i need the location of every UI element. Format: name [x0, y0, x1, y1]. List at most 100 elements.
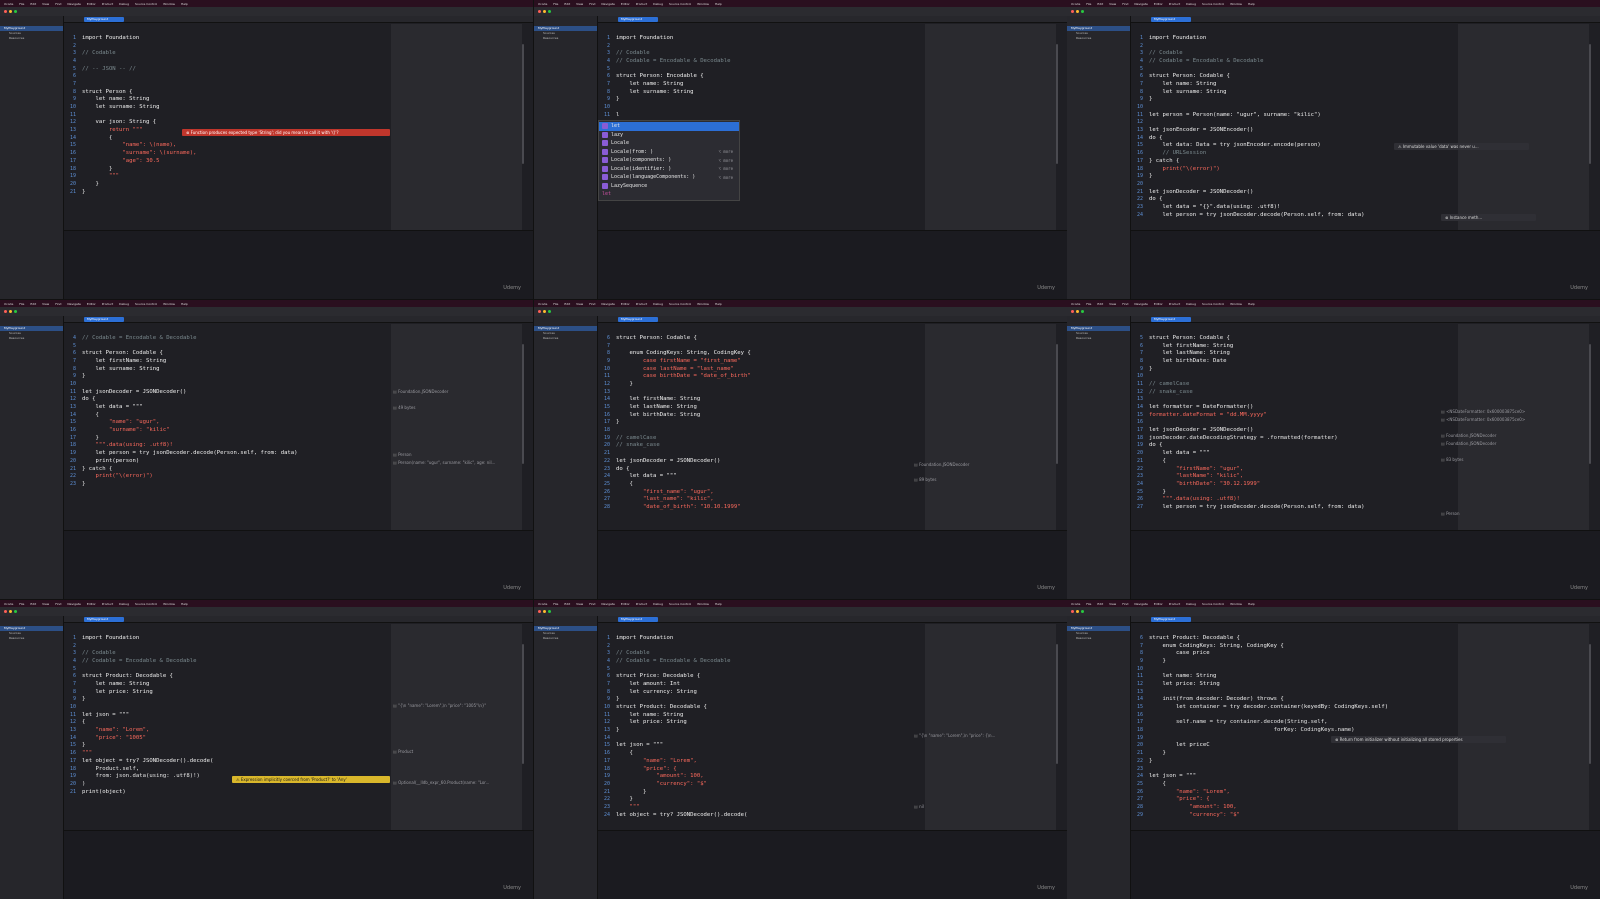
completion-item[interactable]: lazy [599, 131, 739, 140]
menu-item[interactable]: Source Control [1202, 302, 1224, 306]
menu-item[interactable]: Xcode [1071, 2, 1080, 6]
menu-item[interactable]: Navigate [601, 302, 614, 306]
menu-item[interactable]: Window [163, 302, 175, 306]
editor-scrollbar[interactable] [522, 24, 533, 230]
menu-item[interactable]: Edit [564, 602, 570, 606]
window-controls[interactable] [4, 10, 17, 13]
editor-scrollbar[interactable] [1056, 24, 1067, 230]
menu-item[interactable]: Debug [653, 602, 663, 606]
zoom-button[interactable] [1081, 10, 1084, 13]
menu-item[interactable]: Editor [621, 302, 630, 306]
menu-item[interactable]: Edit [1097, 302, 1103, 306]
menu-item[interactable]: Editor [621, 602, 630, 606]
menu-item[interactable]: Navigate [601, 602, 614, 606]
editor-scrollbar[interactable] [1056, 624, 1067, 830]
window-controls[interactable] [538, 610, 551, 613]
menu-item[interactable]: View [576, 602, 583, 606]
code-editor[interactable]: 6 struct Product: Decodable {7 enum Codin… [1131, 624, 1458, 830]
menu-item[interactable]: Debug [653, 302, 663, 306]
menu-item[interactable]: Xcode [4, 302, 13, 306]
menu-item[interactable]: File [19, 602, 24, 606]
menu-item[interactable]: Source Control [1202, 2, 1224, 6]
menu-item[interactable]: Edit [1097, 2, 1103, 6]
issue-annotation[interactable]: ⊗ Return from initializer without initia… [1331, 736, 1506, 743]
menu-item[interactable]: Source Control [135, 2, 157, 6]
completion-item[interactable]: LazySequence [599, 182, 739, 191]
editor-scrollbar[interactable] [1589, 624, 1600, 830]
menu-item[interactable]: Navigate [67, 602, 80, 606]
menu-item[interactable]: Find [1122, 302, 1128, 306]
close-button[interactable] [1071, 610, 1074, 613]
scroll-thumb[interactable] [1589, 644, 1591, 764]
menu-item[interactable]: Window [163, 602, 175, 606]
menu-item[interactable]: Navigate [601, 2, 614, 6]
result-hint[interactable]: Foundation.JSONDecoder [1441, 433, 1496, 438]
code-editor[interactable]: 1 import Foundation 2 3 // Codable 4 5 // -- JS… [64, 24, 391, 230]
window-controls[interactable] [4, 610, 17, 613]
menu-item[interactable]: Navigate [1134, 602, 1147, 606]
completion-item[interactable]: Locale(components: ) ⌥ more [599, 156, 739, 165]
menu-item[interactable]: Navigate [1134, 302, 1147, 306]
navigator-item[interactable]: Resources [0, 36, 63, 41]
window-controls[interactable] [538, 10, 551, 13]
completion-item[interactable]: Locale(identifier: ) ⌥ more [599, 165, 739, 174]
menu-item[interactable]: File [19, 2, 24, 6]
menu-item[interactable]: Edit [564, 302, 570, 306]
code-editor[interactable]: 1 import Foundation 2 3 // Codable 4 // Codabl… [598, 624, 925, 830]
close-button[interactable] [1071, 310, 1074, 313]
menu-item[interactable]: View [1109, 602, 1116, 606]
close-button[interactable] [1071, 10, 1074, 13]
result-hint[interactable]: Person [1441, 511, 1459, 516]
navigator-item[interactable]: Resources [1067, 336, 1130, 341]
code-editor[interactable]: 5 struct Person: Codable {6 let firstName… [1131, 324, 1458, 530]
zoom-button[interactable] [1081, 310, 1084, 313]
menu-item[interactable]: Source Control [1202, 602, 1224, 606]
autocomplete-popup[interactable]: let lazy Locale Locale(from: ) ⌥ more Locale(… [598, 120, 740, 201]
menu-item[interactable]: Edit [1097, 602, 1103, 606]
menu-item[interactable]: Product [1169, 302, 1180, 306]
window-controls[interactable] [1071, 610, 1084, 613]
scroll-thumb[interactable] [1056, 644, 1058, 764]
code-editor[interactable]: 1 import Foundation 2 3 // Codable 4 // Codabl… [64, 624, 391, 830]
menu-item[interactable]: View [1109, 2, 1116, 6]
menu-item[interactable]: Find [55, 2, 61, 6]
editor-tab[interactable]: MyPlayground [618, 617, 658, 622]
menu-item[interactable]: File [19, 302, 24, 306]
menu-item[interactable]: Xcode [538, 602, 547, 606]
navigator-item[interactable]: Resources [534, 636, 597, 641]
menu-item[interactable]: Window [697, 2, 709, 6]
zoom-button[interactable] [14, 10, 17, 13]
scroll-thumb[interactable] [1056, 344, 1058, 464]
editor-tab[interactable]: MyPlayground [84, 317, 124, 322]
menu-item[interactable]: Product [102, 602, 113, 606]
menu-item[interactable]: Window [1230, 2, 1242, 6]
menu-item[interactable]: View [576, 2, 583, 6]
code-editor[interactable]: 4 // Codable = Encodable & Decodable 5 6 str… [64, 324, 391, 530]
menu-item[interactable]: Find [589, 302, 595, 306]
menu-item[interactable]: Help [1248, 2, 1255, 6]
menu-item[interactable]: Product [102, 2, 113, 6]
navigator-item[interactable]: Resources [1067, 36, 1130, 41]
scroll-thumb[interactable] [522, 344, 524, 464]
editor-tab[interactable]: MyPlayground [1151, 317, 1191, 322]
menu-item[interactable]: Debug [119, 602, 129, 606]
menu-item[interactable]: Debug [653, 2, 663, 6]
menu-item[interactable]: Product [102, 302, 113, 306]
menu-item[interactable]: Editor [621, 2, 630, 6]
menu-item[interactable]: Help [1248, 302, 1255, 306]
result-hint[interactable]: 49 bytes [393, 405, 415, 410]
editor-tab[interactable]: MyPlayground [84, 17, 124, 22]
scroll-thumb[interactable] [522, 644, 524, 764]
result-hint[interactable]: nil [914, 804, 924, 809]
menu-item[interactable]: Find [1122, 602, 1128, 606]
menu-item[interactable]: Edit [564, 2, 570, 6]
menu-item[interactable]: Edit [30, 2, 36, 6]
close-button[interactable] [538, 10, 541, 13]
navigator-item[interactable]: Resources [534, 336, 597, 341]
issue-annotation[interactable]: ⊗ Instance meth... [1441, 214, 1536, 221]
completion-item[interactable]: Locale(languageComponents: ) ⌥ more [599, 173, 739, 182]
close-button[interactable] [4, 310, 7, 313]
menu-item[interactable]: Help [715, 602, 722, 606]
menu-item[interactable]: Source Control [669, 2, 691, 6]
menu-item[interactable]: Window [1230, 302, 1242, 306]
